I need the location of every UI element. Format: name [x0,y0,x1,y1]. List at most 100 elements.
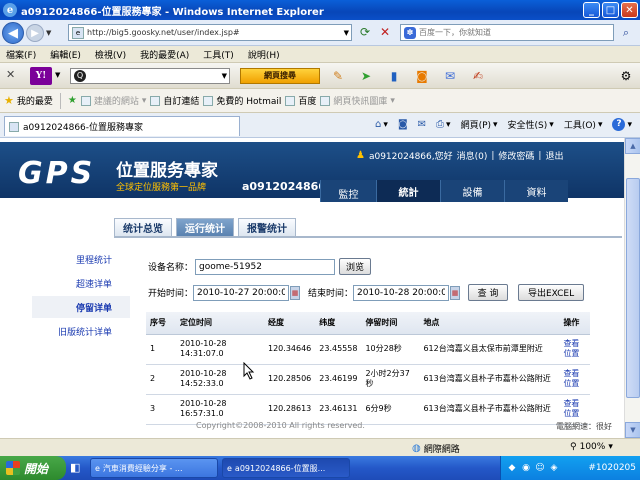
start-button[interactable]: 開始 [0,456,66,480]
menu-file[interactable]: 檔案(F) [6,48,36,61]
favorite-custom-links[interactable]: 自訂連結 [150,94,199,107]
toolbar-close-icon[interactable]: ✕ [6,68,15,81]
tools-menu[interactable]: 工具(O) ▾ [564,118,603,132]
view-location-link[interactable]: 查看位置 [559,334,590,365]
export-excel-button[interactable]: 导出EXCEL [518,284,585,301]
close-button[interactable]: ✕ [621,2,638,18]
page-menu[interactable]: 網頁(P) ▾ [461,118,498,132]
device-input[interactable] [195,258,336,275]
quick-launch-icon[interactable]: ◧ [70,461,80,474]
tab-alarm[interactable]: 报警统计 [238,218,296,236]
yahoo-search-dropdown-icon[interactable]: ▼ [222,72,227,80]
start-time-label: 开始时间： [148,289,194,299]
feeds-button[interactable]: ◙ [398,119,408,130]
favorites-bar: ★ 我的最愛 ★ 建議的網站 ▾ 自訂連結 免費的 Hotmail 百度 網頁快… [0,89,640,113]
favorite-hotmail[interactable]: 免費的 Hotmail [203,94,281,107]
browser-tab[interactable]: a0912024866-位置服務專家 [4,116,240,136]
tray-icon[interactable]: ◈ [549,463,559,473]
favorite-web-slice-gallery[interactable]: 網頁快訊圖庫 ▾ [320,94,395,107]
favorite-baidu[interactable]: 百度 [285,94,316,107]
yahoo-logo[interactable]: Y! [30,67,52,85]
bookmarks-icon[interactable]: ▮ [386,67,402,85]
end-time-input[interactable] [353,284,450,301]
refresh-icon[interactable]: ⟳ [356,24,374,41]
query-button[interactable]: 查 询 [468,284,509,301]
arrow-icon[interactable]: ➤ [358,67,374,85]
nav-monitor[interactable]: 監控 [320,180,376,202]
print-button[interactable]: ⎙ ▾ [436,119,451,130]
menu-favorites[interactable]: 我的最愛(A) [140,48,189,61]
logout-link[interactable]: 退出 [545,149,563,162]
search-icon[interactable]: ⌕ [617,24,635,41]
address-bar[interactable]: e http://big5.goosky.net/user/index.jsp#… [68,24,352,41]
calendar-icon[interactable]: ▦ [450,285,461,300]
view-location-link[interactable]: 查看位置 [559,394,590,425]
nav-data[interactable]: 資料 [504,180,568,202]
web-search-button[interactable]: 網頁搜尋 [240,68,320,84]
address-url[interactable]: http://big5.goosky.net/user/index.jsp# [87,28,240,37]
change-password-link[interactable]: 修改密碼 [498,149,534,162]
view-location-link[interactable]: 查看位置 [559,364,590,395]
status-zone: ◍ 網際網路 [412,443,460,455]
favorite-suggested-sites[interactable]: 建議的網站 ▾ [80,94,146,107]
nav-statistics[interactable]: 統計 [376,180,440,202]
scroll-thumb[interactable] [626,178,640,398]
favorites-button[interactable]: ★ 我的最愛 [4,94,53,107]
back-button[interactable]: ◀ [2,22,24,44]
mail-button[interactable]: ✉ [418,119,426,130]
sidebar-item-mileage[interactable]: 里程统计 [32,248,130,270]
gps-logo[interactable]: GPS [18,156,95,191]
table-row: 3 2010-10-28 16:57:31.0 120.28613 23.461… [146,394,590,425]
page-icon: e [72,26,84,39]
scroll-up-icon[interactable]: ▲ [625,138,640,154]
yahoo-dropdown-icon[interactable]: ▼ [55,71,60,79]
start-time-input[interactable] [193,284,290,301]
tray-icon[interactable]: ☺ [535,463,545,473]
tab-overview[interactable]: 统计总览 [114,218,172,236]
calendar-icon[interactable]: ▦ [290,285,301,300]
sidebar-item-legacy[interactable]: 旧版统计详单 [32,320,130,342]
history-dropdown-icon[interactable]: ▼ [46,29,51,37]
cell-no: 1 [146,334,176,365]
device-row: 设备名称： 浏览 [148,258,372,275]
tab-running[interactable]: 运行统计 [176,218,234,236]
pencil-icon[interactable]: ✎ [330,67,346,85]
menu-view[interactable]: 檢視(V) [95,48,126,61]
forward-button[interactable]: ▶ [26,24,44,42]
sidebar-item-stop[interactable]: 停留详单 [32,296,130,318]
sidebar-item-overspeed[interactable]: 超速详单 [32,272,130,294]
maximize-button[interactable]: □ [602,2,619,18]
toolbar-options-icon[interactable]: ⚙ [618,67,634,85]
stop-icon[interactable]: ✕ [376,24,394,41]
answers-icon[interactable]: ✍ [470,67,486,85]
scroll-down-icon[interactable]: ▼ [625,422,640,438]
menu-help[interactable]: 說明(H) [248,48,280,61]
add-favorite-icon[interactable]: ★ [68,95,77,106]
vertical-scrollbar[interactable]: ▲ ▼ [624,138,640,438]
task-gps-page[interactable]: e a0912024866-位置服... [222,458,350,478]
address-dropdown-icon[interactable]: ▼ [344,29,349,37]
browse-button[interactable]: 浏览 [339,258,372,275]
tray-icon[interactable]: ◉ [521,463,531,473]
help-button[interactable]: ? ▾ [612,118,632,131]
table-row: 2 2010-10-28 14:52:33.0 120.28506 23.461… [146,364,590,395]
search-input[interactable] [419,28,599,37]
cell-place: 613台湾嘉义县朴子市嘉朴公路附近 [419,364,560,395]
menu-edit[interactable]: 編輯(E) [50,48,81,61]
task-car-experience[interactable]: e 汽車消費經驗分享 - ... [90,458,218,478]
minimize-button[interactable]: _ [583,2,600,18]
search-box[interactable]: ✽ [400,24,614,41]
messages-link[interactable]: 消息(0) [457,149,488,162]
zoom-control[interactable]: ⚲ 100% ▾ [570,442,613,452]
rss-icon[interactable]: ◙ [414,67,430,85]
nav-devices[interactable]: 設備 [440,180,504,202]
tray-icon[interactable]: ◆ [507,463,517,473]
brand-subtitle: 全球定位服務第一品牌 [116,183,207,193]
yahoo-search-field[interactable]: Q ▼ [70,68,230,84]
home-button[interactable]: ⌂ ▾ [375,119,388,130]
side-nav: 里程统计 超速详单 停留详单 旧版统计详单 [32,248,130,344]
safety-menu[interactable]: 安全性(S) ▾ [508,118,554,132]
zoom-dropdown-icon[interactable]: ▾ [608,442,613,452]
mail-icon[interactable]: ✉ [442,67,458,85]
menu-tools[interactable]: 工具(T) [203,48,234,61]
